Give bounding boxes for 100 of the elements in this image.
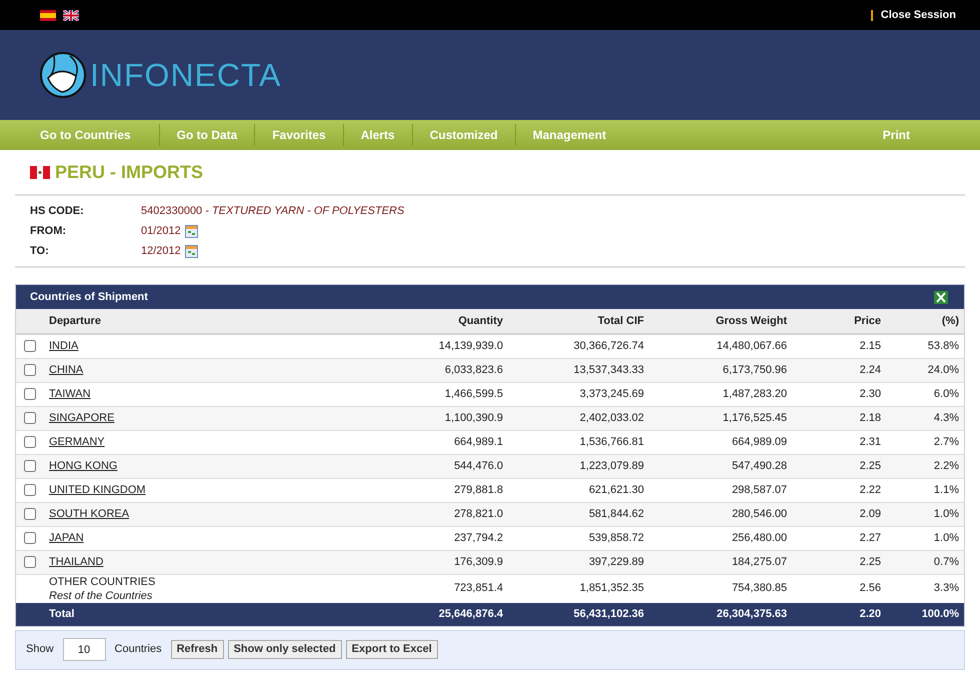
table-cell: 0.7%: [885, 550, 964, 574]
table-cell: 2.30: [791, 382, 885, 406]
table-cell: 1.0%: [885, 526, 964, 550]
table-cell: 1,466,599.5: [309, 382, 507, 406]
date-value: 12/2012: [141, 244, 181, 259]
table-cell: 664,989.1: [309, 430, 507, 454]
table-cell: 397,229.89: [507, 550, 648, 574]
table-cell: 2.7%: [885, 430, 964, 454]
count-input-field[interactable]: 10: [62, 638, 106, 661]
column-header: (%): [885, 309, 964, 334]
close-session-link[interactable]: Close Session: [880, 6, 956, 24]
hs-code-value: 5402330000 - TEXTURED YARN - OF POLYESTERS: [141, 204, 404, 219]
table-cell: 1,176,525.45: [648, 406, 791, 430]
row-checkbox[interactable]: [24, 340, 36, 352]
table-cell: 237,794.2: [309, 526, 507, 550]
table-cell: 6,173,750.96: [648, 358, 791, 382]
row-checkbox[interactable]: [24, 412, 36, 424]
table-cell: 53.8%: [885, 334, 964, 358]
table-cell: 621,621.30: [507, 478, 648, 502]
table-cell: 2.25: [791, 454, 885, 478]
spain-flag-icon[interactable]: [40, 10, 56, 20]
column-header: Departure: [49, 309, 309, 334]
total-label: Total: [49, 602, 309, 626]
row-checkbox[interactable]: [24, 436, 36, 448]
table-cell: 581,844.62: [507, 502, 648, 526]
table-cell: 30,366,726.74: [507, 334, 648, 358]
page-title: PERU - IMPORTS: [55, 160, 204, 184]
table-cell: 2.2%: [885, 454, 964, 478]
table-cell: 279,881.8: [309, 478, 507, 502]
table-cell: 1,487,283.20: [648, 382, 791, 406]
country-link[interactable]: THAILAND: [49, 556, 104, 568]
calendar-icon[interactable]: [184, 224, 198, 238]
table-cell: 539,858.72: [507, 526, 648, 550]
country-link[interactable]: GERMANY: [49, 436, 105, 448]
table-cell: 298,587.07: [648, 478, 791, 502]
total-cell: 100.0%: [885, 602, 964, 626]
table-cell: 2.25: [791, 550, 885, 574]
table-cell: 256,480.00: [648, 526, 791, 550]
table-cell: 1,223,079.89: [507, 454, 648, 478]
country-link[interactable]: JAPAN: [49, 532, 84, 544]
table-cell: 24.0%: [885, 358, 964, 382]
logo-text: INFONECTA: [90, 56, 282, 95]
table-cell: 13,537,343.33: [507, 358, 648, 382]
info-label: HS CODE:: [30, 204, 85, 219]
table-cell: 754,380.85: [648, 574, 791, 602]
calendar-icon[interactable]: [184, 244, 198, 258]
table-cell: 14,139,939.0: [309, 334, 507, 358]
row-checkbox[interactable]: [24, 364, 36, 376]
table-cell: 278,821.0: [309, 502, 507, 526]
show-label: Show: [26, 642, 54, 658]
row-checkbox[interactable]: [24, 556, 36, 568]
table-cell: 1.1%: [885, 478, 964, 502]
total-cell: 2.20: [791, 602, 885, 626]
action-button[interactable]: Refresh: [170, 640, 224, 659]
row-checkbox[interactable]: [24, 484, 36, 496]
country-link[interactable]: UNITED KINGDOM: [49, 484, 146, 496]
total-cell: 26,304,375.63: [648, 602, 791, 626]
table-cell: 2.22: [791, 478, 885, 502]
table-cell: 1,851,352.35: [507, 574, 648, 602]
table-cell: 723,851.4: [309, 574, 507, 602]
action-button[interactable]: Show only selected: [228, 640, 342, 659]
other-countries-note: Rest of the Countries: [49, 588, 154, 602]
peru-flag-icon: [30, 166, 50, 178]
country-link[interactable]: HONG KONG: [49, 460, 118, 472]
table-cell: 14,480,067.66: [648, 334, 791, 358]
table-cell: 2.15: [791, 334, 885, 358]
unit-label: Countries: [114, 642, 162, 658]
country-link[interactable]: SOUTH KOREA: [49, 508, 130, 520]
table-cell: 6,033,823.6: [309, 358, 507, 382]
table-cell: 280,546.00: [648, 502, 791, 526]
country-link[interactable]: TAIWAN: [49, 388, 91, 400]
column-header: Gross Weight: [648, 309, 791, 334]
table-cell: 6.0%: [885, 382, 964, 406]
table-cell: 547,490.28: [648, 454, 791, 478]
spreadsheet-icon[interactable]: [934, 290, 948, 304]
total-cell: 56,431,102.36: [507, 602, 648, 626]
row-checkbox[interactable]: [24, 532, 36, 544]
country-link[interactable]: CHINA: [49, 364, 84, 376]
table-cell: 4.3%: [885, 406, 964, 430]
country-link[interactable]: INDIA: [49, 340, 78, 352]
table-cell: 2.18: [791, 406, 885, 430]
row-checkbox[interactable]: [24, 460, 36, 472]
table-cell: 3,373,245.69: [507, 382, 648, 406]
table-cell: 1.0%: [885, 502, 964, 526]
table-cell: 1,100,390.9: [309, 406, 507, 430]
row-checkbox[interactable]: [24, 388, 36, 400]
table-cell: 2,402,033.02: [507, 406, 648, 430]
table-cell: 2.09: [791, 502, 885, 526]
table-title: Countries of Shipment: [30, 290, 148, 305]
column-header: Price: [791, 309, 885, 334]
table-cell: 2.56: [791, 574, 885, 602]
uk-flag-icon[interactable]: [63, 10, 79, 20]
country-link[interactable]: SINGAPORE: [49, 412, 114, 424]
row-checkbox[interactable]: [24, 508, 36, 520]
table-cell: 184,275.07: [648, 550, 791, 574]
table-cell: 2.27: [791, 526, 885, 550]
other-countries-label: OTHER COUNTRIES: [49, 574, 156, 588]
globe-logo-icon: [40, 52, 86, 98]
date-value: 01/2012: [141, 224, 181, 239]
action-button[interactable]: Export to Excel: [346, 640, 438, 659]
